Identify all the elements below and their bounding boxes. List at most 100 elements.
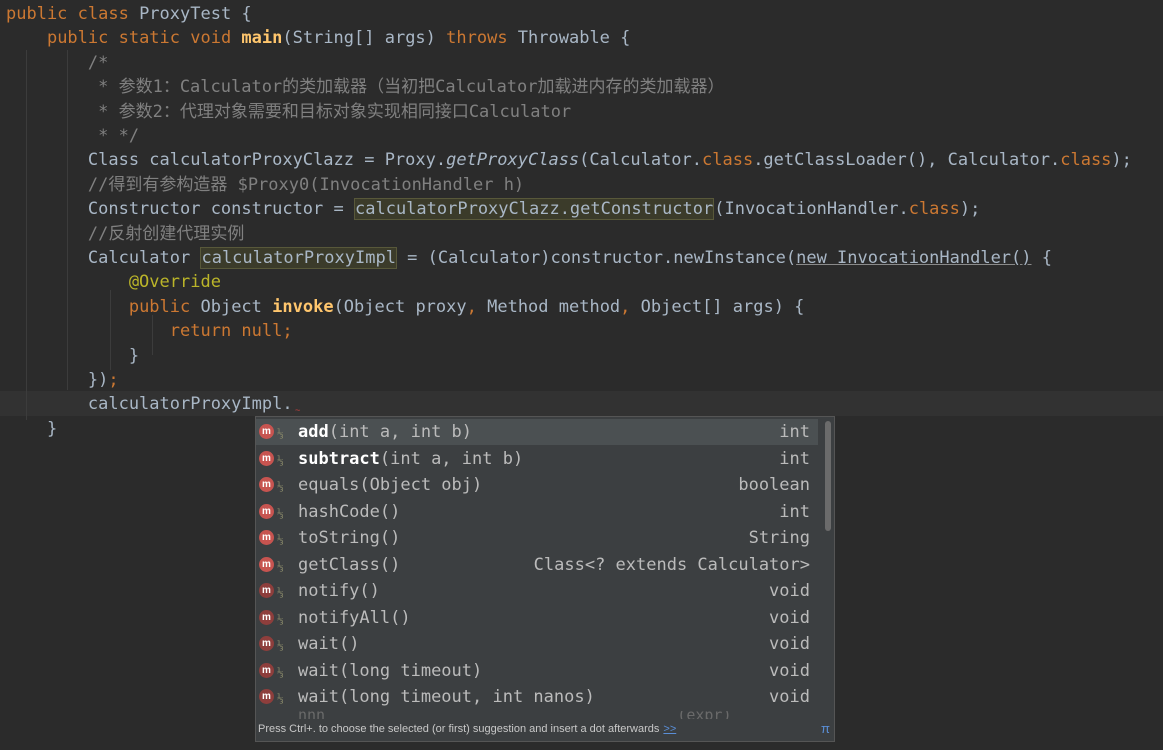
return-type: void [769,687,810,707]
code-token: (InvocationHandler. [714,199,909,220]
completion-scroll-thumb[interactable] [825,421,831,531]
method-name: add [298,422,329,442]
code-token: //得到有参构造器 $Proxy0(InvocationHandler h) [6,174,525,195]
completion-item-signature: notifyAll() [298,605,411,631]
completion-item[interactable]: m ⅓ wait() void [256,631,818,657]
code-token: * 参数2：代理对象需要和目标对象实现相同接口Calculator [6,101,572,122]
code-token: = (Calculator)constructor.newInstance( [396,248,797,268]
completion-item-signature: add(int a, int b) [298,419,472,445]
method-params: () [390,607,411,628]
code-line[interactable]: * 参数1：Calculator的类加载器（当初把Calculator加载进内存… [6,75,725,99]
method-icon: m [259,556,274,572]
method-name: notify [298,581,360,601]
method-icon: m [259,424,274,439]
method-params: () [379,554,401,575]
return-type: Class<? extends Calculator> [533,554,810,575]
code-line[interactable]: calculatorProxyImpl. [6,392,293,416]
final-method-icon: m [259,583,274,598]
code-token: } [6,345,140,366]
code-line[interactable]: Constructor constructor = calculatorProx… [6,197,980,221]
code-line[interactable]: /* [6,51,108,75]
completion-item[interactable]: m ⅓ toString() String [256,525,818,551]
visibility-icon: ⅓ [277,665,284,679]
completion-hint: Press Ctrl+. to choose the selected (or … [258,723,660,735]
code-line[interactable]: * 参数2：代理对象需要和目标对象实现相同接口Calculator [6,100,571,124]
code-line[interactable]: //反射创建代理实例 [6,222,244,246]
code-line[interactable]: return null; [6,319,293,343]
completion-item[interactable]: m ⅓ wait(long timeout, int nanos) void [256,684,818,710]
visibility-icon: ⅓ [277,559,284,573]
completion-item[interactable]: m ⅓ wait(long timeout) void [256,658,818,684]
return-type: void [769,581,810,601]
code-token: calculatorProxyImpl [200,247,397,269]
code-token: ); [959,199,981,220]
visibility-icon: ⅓ [277,586,284,599]
method-name: wait [298,687,339,707]
completion-item-signature: toString() [298,525,400,551]
code-line[interactable]: } [6,344,139,368]
code-line[interactable]: public class ProxyTest { [6,2,252,26]
code-token: public [128,296,201,317]
method-params: () [359,581,380,601]
method-icon: m [259,530,274,545]
completion-more-link[interactable]: >> [663,723,676,735]
code-token: class [1060,150,1112,171]
code-line[interactable]: public static void main(String[] args) t… [6,26,630,50]
code-line[interactable]: } [6,417,57,441]
visibility-icon: ⅓ [277,427,284,440]
code-token: new InvocationHandler() [796,248,1032,268]
completion-item[interactable]: m ⅓ subtract(int a, int b) int [256,446,818,472]
method-name: wait [298,634,339,654]
code-line[interactable]: public Object invoke(Object proxy, Metho… [6,295,805,319]
code-token: }) [6,370,109,390]
code-token: ); [1111,150,1132,171]
visibility-icon: ⅓ [277,692,284,705]
code-token: public static void [46,28,242,49]
completion-item[interactable]: m ⅓ notify() void [256,578,818,604]
completion-footer: Press Ctrl+. to choose the selected (or … [256,717,836,741]
method-name: equals [298,475,360,495]
code-token: calculatorProxyImpl. [6,394,293,415]
code-token: class [908,199,960,220]
completion-item[interactable]: m ⅓ getClass() Class<? extends Calculator> [256,552,818,578]
method-icon: m [259,450,274,466]
method-params: (long timeout, int nanos) [338,687,595,707]
method-icon: m [259,503,274,519]
final-method-icon: m [259,609,274,625]
method-params: (int a, int b) [379,448,524,469]
code-token: * 参数1：Calculator的类加载器（当初把Calculator加载进内存… [6,77,725,98]
code-line[interactable]: * */ [6,124,139,148]
method-params: (Object obj) [359,475,483,495]
method-params: (int a, int b) [328,422,473,442]
completion-item[interactable]: m ⅓ hashCode() int [256,499,818,525]
method-name: subtract [298,448,380,469]
return-type: boolean [738,475,810,495]
code-token: (Object proxy [333,296,467,317]
code-token: //反射创建代理实例 [6,223,245,244]
completion-item-signature: wait(long timeout) [298,658,482,684]
completion-item-signature: subtract(int a, int b) [298,446,523,472]
code-token: ProxyTest { [139,4,252,24]
code-token: invoke [272,296,334,317]
final-method-icon: m [259,662,274,678]
code-line[interactable]: @Override [6,270,221,294]
code-line[interactable]: Calculator calculatorProxyImpl = (Calcul… [6,246,1052,270]
completion-popup[interactable]: m ⅓ add(int a, int b) int m ⅓ subtract(int a, … [255,416,835,742]
code-line[interactable]: Class calculatorProxyClazz = Proxy.getPr… [6,148,1132,172]
code-token: Constructor constructor = [6,199,354,220]
code-line[interactable]: }); [6,368,119,392]
completion-item[interactable]: m ⅓ add(int a, int b) int [256,419,818,445]
visibility-icon: ⅓ [277,453,284,467]
code-token: calculatorProxyClazz.getConstructor [354,198,715,221]
pi-icon[interactable]: π [821,717,830,741]
code-token: throws [446,28,518,49]
code-token: class [702,150,754,171]
completion-item[interactable]: m ⅓ equals(Object obj) boolean [256,472,818,498]
final-method-icon: m [259,689,274,704]
completion-item-signature: wait() [298,631,359,657]
code-token: getProxyClass [446,150,580,171]
completion-item[interactable]: m ⅓ notifyAll() void [256,605,818,631]
code-line[interactable]: //得到有参构造器 $Proxy0(InvocationHandler h) [6,173,524,197]
